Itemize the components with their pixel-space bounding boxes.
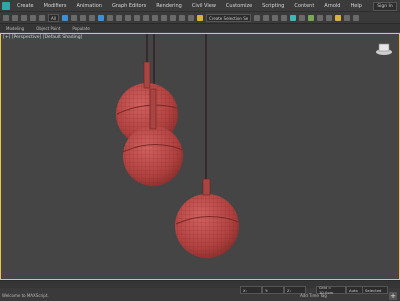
- menu-help[interactable]: Help: [345, 3, 366, 9]
- rendered-frame-window-icon[interactable]: [326, 15, 333, 21]
- toggle-ribbon-icon[interactable]: [281, 15, 288, 21]
- angle-snap-icon[interactable]: [169, 15, 176, 21]
- viewport-scene: [116, 34, 240, 258]
- selection-filter-dropdown[interactable]: All: [48, 14, 59, 22]
- unlink-icon[interactable]: [30, 15, 36, 21]
- layer-explorer-icon[interactable]: [272, 15, 279, 21]
- link-icon[interactable]: [21, 15, 27, 21]
- coord-y[interactable]: Y:: [262, 286, 284, 294]
- tab-populate[interactable]: Populate: [66, 26, 95, 31]
- a360-gallery-icon[interactable]: [353, 15, 360, 21]
- curve-editor-icon[interactable]: [290, 15, 297, 21]
- align-icon[interactable]: [263, 15, 270, 21]
- menu-content[interactable]: Content: [289, 3, 319, 9]
- snaps-toggle-icon[interactable]: [160, 15, 167, 21]
- menu-modifiers[interactable]: Modifiers: [39, 3, 72, 9]
- add-time-tag[interactable]: Add Time Tag: [300, 293, 327, 298]
- undo-icon[interactable]: [3, 15, 9, 21]
- select-manipulate-icon[interactable]: [142, 15, 149, 21]
- app-icon[interactable]: [2, 1, 10, 10]
- window-crossing-icon[interactable]: [88, 15, 95, 21]
- reference-coordinate-icon[interactable]: [124, 15, 131, 21]
- menu-graph-editors[interactable]: Graph Editors: [107, 3, 151, 9]
- select-move-icon[interactable]: [97, 15, 104, 21]
- add-icon[interactable]: +: [389, 292, 397, 300]
- bind-space-warp-icon[interactable]: [39, 15, 45, 21]
- render-setup-icon[interactable]: [317, 15, 324, 21]
- redo-icon[interactable]: [12, 15, 18, 21]
- select-object-icon[interactable]: [61, 15, 68, 21]
- select-by-name-icon[interactable]: [70, 15, 77, 21]
- ribbon: Modeling Object Paint Populate: [0, 23, 400, 32]
- material-editor-icon[interactable]: [308, 15, 315, 21]
- menu-rendering[interactable]: Rendering: [151, 3, 187, 9]
- render-production-icon[interactable]: [335, 15, 342, 21]
- menu-animation[interactable]: Animation: [71, 3, 107, 9]
- menu-scripting[interactable]: Scripting: [257, 3, 289, 9]
- sphere-bottom-right[interactable]: [175, 178, 240, 258]
- status-bar: Welcome to MAXScript. X: Y: Z: Grid = 10…: [0, 280, 400, 301]
- coord-x[interactable]: X:: [240, 286, 262, 294]
- rectangular-selection-icon[interactable]: [79, 15, 86, 21]
- perspective-viewport[interactable]: [+] [Perspective] [Default Shading]: [0, 33, 400, 280]
- mirror-icon[interactable]: [254, 15, 261, 21]
- pivot-center-icon[interactable]: [133, 15, 140, 21]
- keyboard-shortcut-icon[interactable]: [151, 15, 158, 21]
- menu-arnold[interactable]: Arnold: [319, 3, 345, 9]
- menu-customize[interactable]: Customize: [221, 3, 257, 9]
- render-in-cloud-icon[interactable]: [344, 15, 351, 21]
- percent-snap-icon[interactable]: [178, 15, 185, 21]
- select-scale-icon[interactable]: [115, 15, 122, 21]
- schematic-view-icon[interactable]: [299, 15, 306, 21]
- tab-modeling[interactable]: Modeling: [0, 26, 30, 31]
- maxscript-listener[interactable]: Welcome to MAXScript.: [2, 293, 49, 298]
- selected-dropdown[interactable]: Selected: [362, 286, 388, 294]
- spinner-snap-icon[interactable]: [187, 15, 194, 21]
- sign-in-button[interactable]: Sign In: [373, 2, 397, 11]
- edit-named-selection-icon[interactable]: [196, 15, 203, 21]
- named-selection-dropdown[interactable]: Create Selection Se: [205, 14, 252, 22]
- viewcube-icon[interactable]: [375, 42, 393, 56]
- menu-civil-view[interactable]: Civil View: [187, 3, 221, 9]
- select-rotate-icon[interactable]: [106, 15, 113, 21]
- tab-object-paint[interactable]: Object Paint: [30, 26, 66, 31]
- menu-create[interactable]: Create: [12, 3, 39, 9]
- menu-bar: Create Modifiers Animation Graph Editors…: [0, 0, 400, 11]
